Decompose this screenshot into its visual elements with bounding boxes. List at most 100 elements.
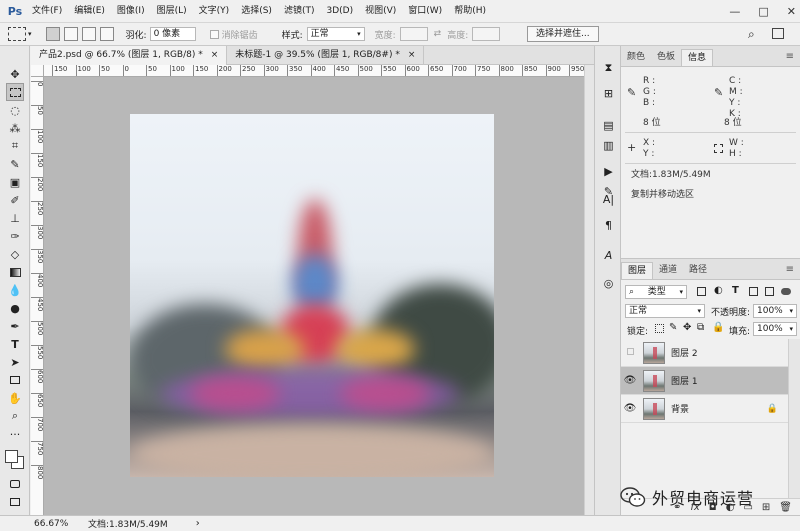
close-icon[interactable]: × <box>408 46 416 65</box>
feather-input[interactable]: 0 像素 <box>149 27 196 41</box>
menu-3d[interactable]: 3D(D) <box>320 0 359 22</box>
screen-mode-icon[interactable] <box>7 494 23 510</box>
height-input[interactable] <box>472 27 501 41</box>
close-icon[interactable]: × <box>211 46 219 65</box>
status-menu-arrow[interactable]: › <box>196 518 200 529</box>
tab-color[interactable]: 颜色 <box>621 49 651 66</box>
search-icon[interactable]: ⌕ <box>748 27 755 42</box>
antialias-checkbox[interactable] <box>209 29 219 39</box>
ruler-origin[interactable] <box>31 65 44 77</box>
layer-name[interactable]: 图层 2 <box>671 346 698 359</box>
doc-tab-untitled1[interactable]: 未标题-1 @ 39.5% (图层 1, RGB/8#) * × <box>227 46 425 65</box>
visibility-toggle-off[interactable] <box>621 347 639 358</box>
filter-toggle[interactable] <box>781 288 791 295</box>
blend-mode-select[interactable]: 正常 ▾ <box>625 304 705 318</box>
paragraph-icon[interactable]: ¶ <box>601 218 616 233</box>
filter-pixel-icon[interactable] <box>697 287 706 296</box>
lock-artboard-icon[interactable]: ⧉ <box>697 322 704 333</box>
horizontal-ruler[interactable]: 150 100 50 0 50 100 150 200 250 300 350 400 450 500 55… <box>44 65 584 77</box>
select-and-mask-button[interactable]: 选择并遮住... <box>527 26 599 42</box>
vertical-ruler[interactable]: 0 50 100 150 200 250 300 350 400 450 500 550 600 650 7… <box>31 77 44 515</box>
zoom-level[interactable]: 66.67% <box>34 519 84 529</box>
adjustments-icon[interactable]: ▤ <box>601 118 616 133</box>
layer-row-layer2[interactable]: 图层 2 <box>621 339 788 367</box>
marquee-preset-icon[interactable] <box>8 27 26 41</box>
tab-swatches[interactable]: 色板 <box>651 49 681 66</box>
hand-tool-icon[interactable]: ✋ <box>7 390 23 406</box>
chevron-down-icon[interactable]: ▾ <box>28 30 32 38</box>
marquee-tool-icon[interactable] <box>6 83 24 101</box>
clone-stamp-tool-icon[interactable]: ⊥ <box>7 210 23 226</box>
layer-filter-select[interactable]: ⌕ 类型 ▾ <box>625 285 687 299</box>
menu-select[interactable]: 选择(S) <box>235 0 278 22</box>
subtract-selection-button[interactable] <box>81 27 96 41</box>
menu-layer[interactable]: 图层(L) <box>151 0 193 22</box>
workspace-icon[interactable] <box>772 28 784 39</box>
menu-file[interactable]: 文件(F) <box>26 0 68 22</box>
pen-tool-icon[interactable]: ✒ <box>7 318 23 334</box>
menu-type[interactable]: 文字(Y) <box>193 0 236 22</box>
history-brush-tool-icon[interactable]: ✑ <box>7 228 23 244</box>
opacity-input[interactable]: 100% ▾ <box>753 304 797 318</box>
panel-menu-icon[interactable]: ≡ <box>786 51 794 62</box>
move-tool-icon[interactable]: ✥ <box>7 66 23 82</box>
new-selection-button[interactable] <box>45 27 60 41</box>
filter-type-icon[interactable]: T <box>732 285 739 296</box>
menu-window[interactable]: 窗口(W) <box>402 0 448 22</box>
zoom-tool-icon[interactable]: ⌕ <box>7 408 23 424</box>
eraser-tool-icon[interactable]: ◇ <box>7 246 23 262</box>
width-input[interactable] <box>399 27 428 41</box>
brush-tool-icon[interactable]: ✐ <box>7 192 23 208</box>
menu-edit[interactable]: 编辑(E) <box>68 0 111 22</box>
3d-icon[interactable]: ◎ <box>601 276 616 291</box>
quick-mask-icon[interactable] <box>7 476 23 492</box>
tab-layers[interactable]: 图层 <box>621 262 654 279</box>
lock-pixels-icon[interactable]: ✎ <box>669 322 677 333</box>
rectangle-tool-icon[interactable] <box>7 372 23 388</box>
tab-channels[interactable]: 通道 <box>653 262 683 279</box>
menu-view[interactable]: 视图(V) <box>359 0 402 22</box>
canvas-area[interactable] <box>44 77 584 515</box>
intersect-selection-button[interactable] <box>99 27 114 41</box>
healing-brush-tool-icon[interactable]: ▣ <box>7 174 23 190</box>
close-button[interactable]: ✕ <box>787 5 796 18</box>
style-select[interactable]: 正常 ▾ <box>306 27 365 41</box>
eye-icon[interactable]: 👁 <box>621 375 639 386</box>
menu-help[interactable]: 帮助(H) <box>448 0 492 22</box>
swap-dimensions-icon[interactable]: ⇄ <box>434 29 442 39</box>
layers-scrollbar[interactable] <box>788 339 800 499</box>
actions-icon[interactable]: ▶ <box>601 164 616 179</box>
type-tool-icon[interactable]: T <box>7 336 23 352</box>
lock-position-icon[interactable]: ✥ <box>683 322 691 333</box>
crop-tool-icon[interactable]: ⌗ <box>7 138 23 154</box>
gradient-tool-icon[interactable] <box>7 264 23 280</box>
tab-paths[interactable]: 路径 <box>683 262 713 279</box>
eyedropper-icon[interactable]: ✎ <box>627 87 636 98</box>
fill-input[interactable]: 100% ▾ <box>753 322 797 336</box>
tab-info[interactable]: 信息 <box>681 49 714 66</box>
filter-smart-object-icon[interactable] <box>765 287 774 296</box>
dodge-tool-icon[interactable]: ● <box>7 300 23 316</box>
properties-icon[interactable]: ⊞ <box>601 86 616 101</box>
layer-name[interactable]: 背景 <box>671 402 689 415</box>
new-layer-icon[interactable]: ⊞ <box>762 502 770 513</box>
maximize-button[interactable]: □ <box>758 5 768 18</box>
lasso-tool-icon[interactable]: ◌ <box>7 102 23 118</box>
libraries-icon[interactable]: ▥ <box>601 138 616 153</box>
blur-tool-icon[interactable]: 💧 <box>7 282 23 298</box>
layer-name[interactable]: 图层 1 <box>671 374 698 387</box>
canvas-scrollbar[interactable] <box>584 65 594 515</box>
add-selection-button[interactable] <box>63 27 78 41</box>
minimize-button[interactable]: — <box>729 5 740 18</box>
document-image[interactable] <box>130 114 494 477</box>
menu-image[interactable]: 图像(I) <box>111 0 151 22</box>
doc-tab-product2[interactable]: 产品2.psd @ 66.7% (图层 1, RGB/8) * × <box>31 46 228 65</box>
magic-wand-tool-icon[interactable]: ⁂ <box>7 120 23 136</box>
layer-row-background[interactable]: 👁 背景 🔒 <box>621 395 788 423</box>
panel-menu-icon[interactable]: ≡ <box>786 264 794 275</box>
trash-icon[interactable]: 🗑 <box>779 502 792 513</box>
more-tools-icon[interactable]: ··· <box>7 426 23 442</box>
character-icon[interactable]: A| <box>601 192 616 207</box>
lock-transparent-icon[interactable] <box>655 324 664 333</box>
lock-all-icon[interactable]: 🔒 <box>712 322 724 333</box>
